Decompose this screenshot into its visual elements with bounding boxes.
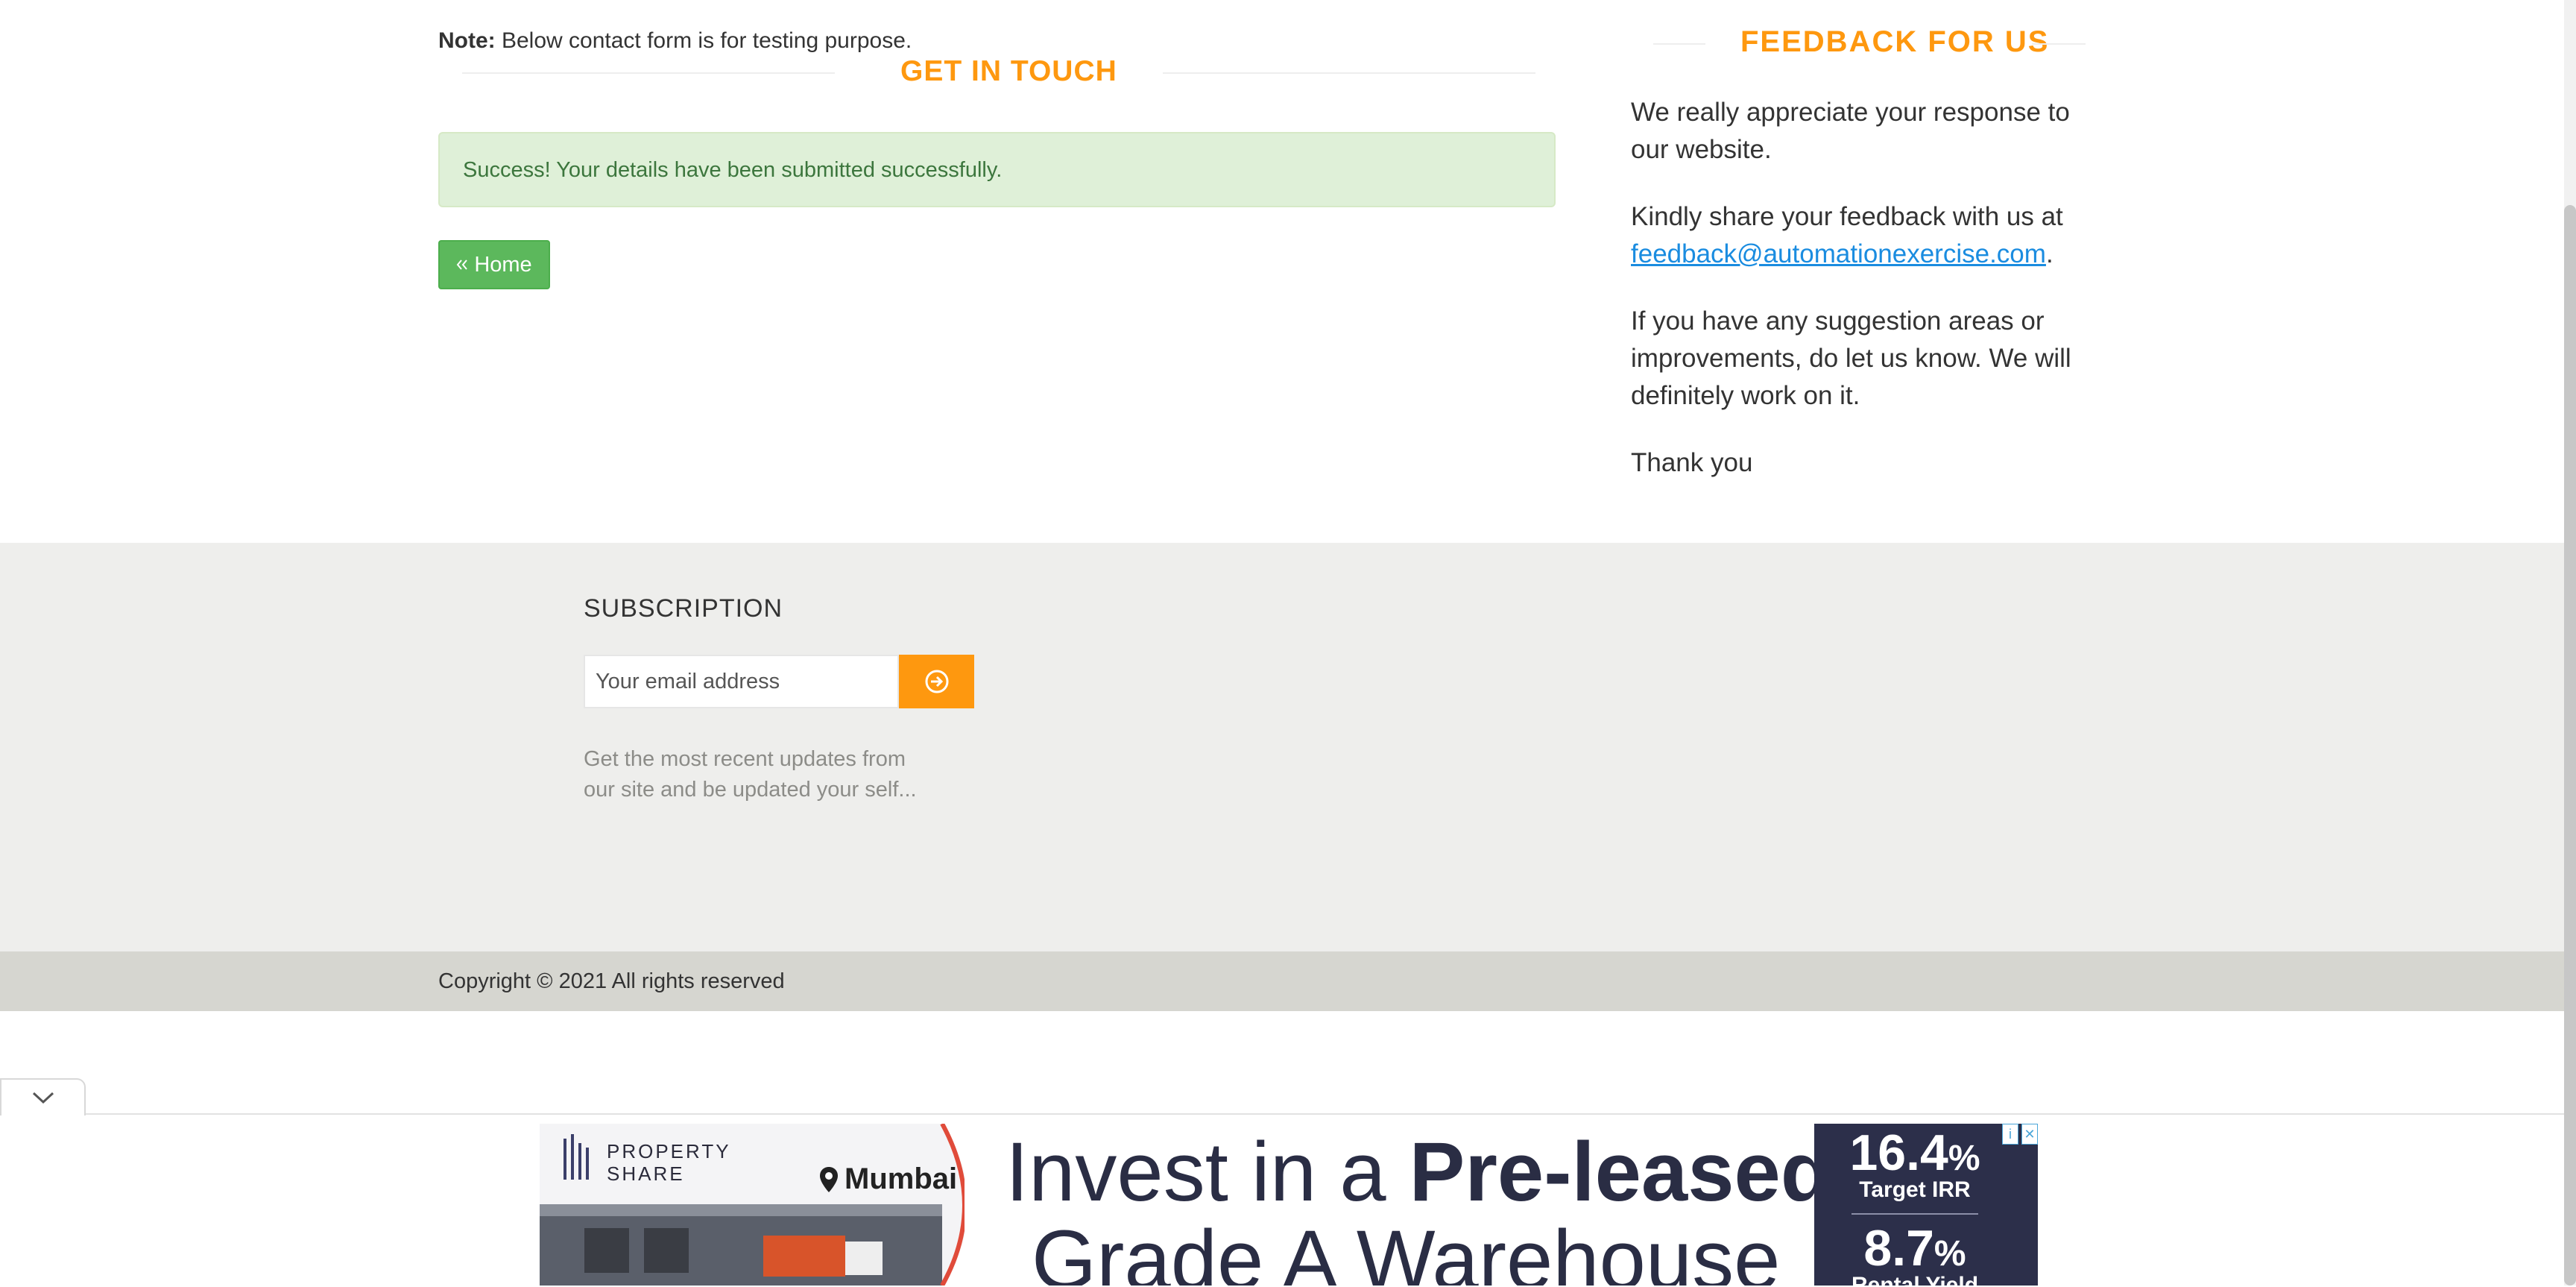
feedback-paragraph-2: Kindly share your feedback with us at fe… <box>1631 202 2063 268</box>
ad-warehouse-photo <box>540 1124 965 1286</box>
feedback-title: FEEDBACK FOR US <box>1740 25 2050 58</box>
double-chevron-left-icon <box>457 259 468 270</box>
form-note: Note: Below contact form is for testing … <box>438 28 912 53</box>
ad-stat-irr-label: Target IRR <box>1859 1177 1971 1202</box>
ad-banner[interactable]: PROPERTY SHARE Mumbai Invest in a Pre-lea… <box>540 1124 2038 1286</box>
footer-widget <box>0 543 2564 951</box>
subscription-email-input[interactable] <box>584 655 899 708</box>
contact-title: GET IN TOUCH <box>900 55 1117 87</box>
ad-stat-yield-value: 8.7% <box>1863 1220 1966 1277</box>
arrow-circle-right-icon <box>925 670 948 693</box>
feedback-thank-you: Thank you <box>1631 448 1753 477</box>
success-alert: Success! Your details have been submitte… <box>438 132 1556 207</box>
subscribe-button[interactable] <box>899 655 974 708</box>
feedback-rule-left <box>1653 43 1705 45</box>
success-message: Success! Your details have been submitte… <box>463 158 1003 182</box>
ad-stats-panel: 16.4% Target IRR 8.7% Rental Yield <box>1814 1124 2038 1286</box>
subscription-title: SUBSCRIPTION <box>584 594 783 623</box>
feedback-email-link[interactable]: feedback@automationexercise.com <box>1631 239 2046 268</box>
home-button-label: Home <box>474 252 532 277</box>
map-pin-icon <box>820 1166 838 1192</box>
feedback-paragraph-1: We really appreciate your response to ou… <box>1631 98 2070 164</box>
ad-collapse-button[interactable] <box>0 1078 86 1115</box>
ad-choices[interactable]: i ✕ <box>2002 1124 2038 1146</box>
ad-location: Mumbai <box>819 1162 957 1196</box>
ad-headline-line-2: Grade A Warehouse <box>1032 1213 1781 1286</box>
ad-stat-yield-label: Rental Yield <box>1851 1273 1979 1286</box>
footer-bottom-bar <box>0 951 2564 1011</box>
feedback-paragraph-3: If you have any suggestion areas or impr… <box>1631 306 2071 410</box>
ad-close-icon[interactable]: ✕ <box>2021 1124 2038 1145</box>
ad-stat-divider <box>1852 1213 1978 1215</box>
title-rule-right <box>1163 72 1535 74</box>
title-rule-left <box>462 72 835 74</box>
ad-brand-name: PROPERTY SHARE <box>607 1140 731 1185</box>
ad-headline-line-1: Invest in a Pre-leased <box>1006 1125 1832 1218</box>
subscription-description: Get the most recent updates from our sit… <box>584 747 917 802</box>
ad-stat-irr-value: 16.4% <box>1849 1124 1980 1181</box>
chevron-down-icon <box>32 1092 54 1104</box>
feedback-rule-right <box>2032 43 2086 45</box>
page-scrollbar-thumb[interactable] <box>2564 205 2576 1286</box>
home-button[interactable]: Home <box>438 240 550 289</box>
property-share-logo-icon <box>562 1131 599 1187</box>
copyright-text: Copyright © 2021 All rights reserved <box>438 969 785 993</box>
ad-info-icon[interactable]: i <box>2002 1124 2018 1145</box>
